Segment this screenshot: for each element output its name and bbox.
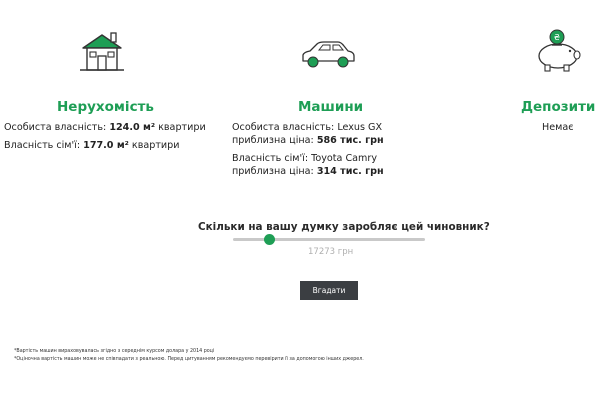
real-estate-personal-suffix: квартири <box>155 122 206 133</box>
real-estate-personal-label: Особиста власність: <box>4 122 110 133</box>
real-estate-family: Власність сім'ї: 177.0 м² квартири <box>4 139 180 152</box>
cars-title: Машини <box>298 99 364 115</box>
cars-personal-price-label: приблизна ціна: <box>232 135 317 146</box>
footnote-disclaimer: *Оціночна вартість машин може не співпад… <box>14 357 364 362</box>
real-estate-family-suffix: квартири <box>128 140 180 151</box>
cars-family-label: Власність сім'ї: Toyota Camry <box>232 153 378 164</box>
piggy-bank-icon: ₴ <box>538 29 581 72</box>
house-icon <box>80 32 124 71</box>
real-estate-title: Нерухомість <box>57 99 154 115</box>
real-estate-family-label: Власність сім'ї: <box>4 140 84 151</box>
real-estate-family-value: 177.0 м² <box>83 140 129 151</box>
deposits-title: Депозити <box>521 99 596 115</box>
guess-question: Скільки на вашу думку заробляє цей чинов… <box>198 221 490 233</box>
real-estate-personal: Особиста власність: 124.0 м² квартири <box>4 121 206 134</box>
slider-thumb[interactable] <box>264 234 276 245</box>
real-estate-personal-value: 124.0 м² <box>109 122 156 133</box>
guess-button[interactable]: Вгадати <box>300 281 358 300</box>
cars-family: Власність сім'ї: Toyota Camry приблизна … <box>232 152 384 178</box>
car-icon <box>302 41 355 68</box>
cars-family-price-value: 314 тис. грн <box>316 166 384 177</box>
salary-amount: 17273 грн <box>308 247 354 257</box>
cars-family-price: приблизна ціна: 314 тис. грн <box>232 165 384 178</box>
cars-personal: Особиста власність: Lexus GX приблизна ц… <box>232 121 384 147</box>
cars-personal-price: приблизна ціна: 586 тис. грн <box>232 134 384 147</box>
deposits-value: Немає <box>542 122 574 133</box>
cars-personal-label: Особиста власність: Lexus GX <box>232 122 383 133</box>
cars-personal-price-value: 586 тис. грн <box>316 135 384 146</box>
footnote-exchange-rate: *Вартість машин вираховувалась згідно з … <box>14 349 215 354</box>
svg-text:₴: ₴ <box>554 33 560 42</box>
cars-family-price-label: приблизна ціна: <box>232 166 317 177</box>
salary-slider[interactable] <box>233 234 425 245</box>
